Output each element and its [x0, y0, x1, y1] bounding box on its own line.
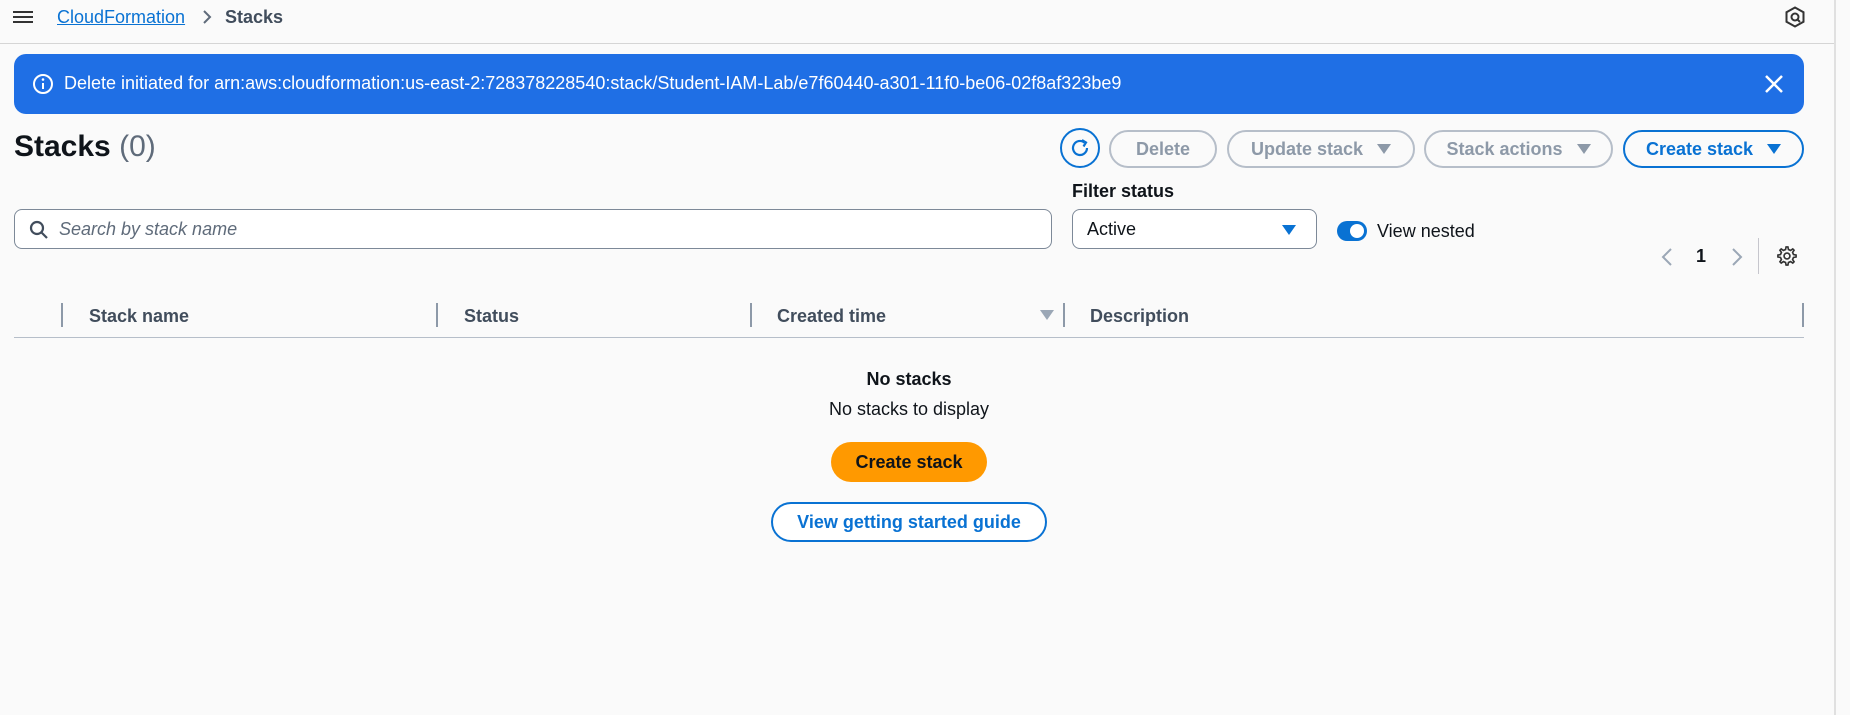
page-title-text: Stacks — [14, 130, 111, 163]
hexagon-help-icon[interactable] — [1784, 6, 1806, 28]
column-created-time[interactable]: Created time — [777, 306, 886, 327]
column-status[interactable]: Status — [464, 306, 519, 327]
top-navigation: CloudFormation Stacks — [0, 0, 1834, 44]
column-divider[interactable] — [750, 303, 752, 327]
caret-down-icon — [1767, 144, 1782, 154]
stack-actions-label: Stack actions — [1446, 138, 1563, 159]
menu-icon[interactable] — [13, 8, 33, 26]
column-divider[interactable] — [436, 303, 438, 327]
column-description[interactable]: Description — [1090, 306, 1189, 327]
breadcrumb-current: Stacks — [225, 7, 284, 27]
column-divider — [61, 303, 63, 327]
chevron-left-icon[interactable] — [1660, 246, 1674, 268]
refresh-button[interactable] — [1060, 128, 1100, 168]
page-number[interactable]: 1 — [1696, 246, 1706, 267]
empty-state-subtitle: No stacks to display — [828, 399, 990, 419]
update-stack-label: Update stack — [1250, 138, 1364, 159]
caret-down-icon — [1377, 144, 1392, 154]
search-input[interactable] — [59, 210, 1019, 248]
chevron-right-icon — [203, 10, 212, 24]
filter-status-select[interactable]: Active — [1072, 209, 1317, 249]
stack-count: (0) — [119, 130, 156, 163]
create-stack-button-label: Create stack — [855, 451, 963, 472]
update-stack-button[interactable]: Update stack — [1227, 130, 1415, 168]
toggle-knob — [1350, 224, 1364, 238]
chevron-right-icon[interactable] — [1730, 246, 1744, 268]
getting-started-guide-label: View getting started guide — [797, 511, 1021, 532]
create-stack-label: Create stack — [1645, 138, 1754, 159]
caret-down-icon — [1576, 144, 1591, 154]
refresh-icon — [1071, 139, 1089, 157]
delete-button[interactable]: Delete — [1109, 130, 1217, 168]
table-header: Stack name Status Created time Descripti… — [14, 298, 1804, 338]
search-field[interactable] — [14, 209, 1052, 249]
filter-status-value: Active — [1087, 219, 1137, 239]
breadcrumb-cloudformation[interactable]: CloudFormation — [57, 7, 185, 28]
column-divider[interactable] — [1063, 303, 1065, 327]
delete-button-label: Delete — [1135, 138, 1191, 159]
filter-status-label: Filter status — [1072, 181, 1175, 201]
info-icon — [33, 74, 53, 94]
caret-down-icon — [1282, 225, 1296, 235]
create-stack-button[interactable]: Create stack — [831, 442, 987, 482]
stack-actions-button[interactable]: Stack actions — [1424, 130, 1613, 168]
sort-descending-icon[interactable] — [1040, 310, 1054, 320]
view-nested-toggle[interactable] — [1337, 221, 1367, 241]
search-icon — [29, 220, 48, 239]
divider — [1758, 238, 1759, 274]
empty-state-title: No stacks — [866, 369, 952, 389]
view-nested-label: View nested — [1377, 221, 1475, 241]
create-stack-dropdown-button[interactable]: Create stack — [1623, 130, 1804, 168]
page-title: Stacks (0) — [14, 130, 156, 164]
column-stack-name[interactable]: Stack name — [89, 306, 189, 327]
scrollbar[interactable] — [1834, 0, 1850, 715]
gear-icon[interactable] — [1776, 245, 1798, 267]
column-divider[interactable] — [1802, 303, 1804, 327]
getting-started-guide-button[interactable]: View getting started guide — [771, 502, 1047, 542]
flash-message: Delete initiated for arn:aws:cloudformat… — [64, 73, 1122, 93]
flash-notification: Delete initiated for arn:aws:cloudformat… — [14, 54, 1804, 114]
close-icon[interactable] — [1762, 72, 1786, 96]
